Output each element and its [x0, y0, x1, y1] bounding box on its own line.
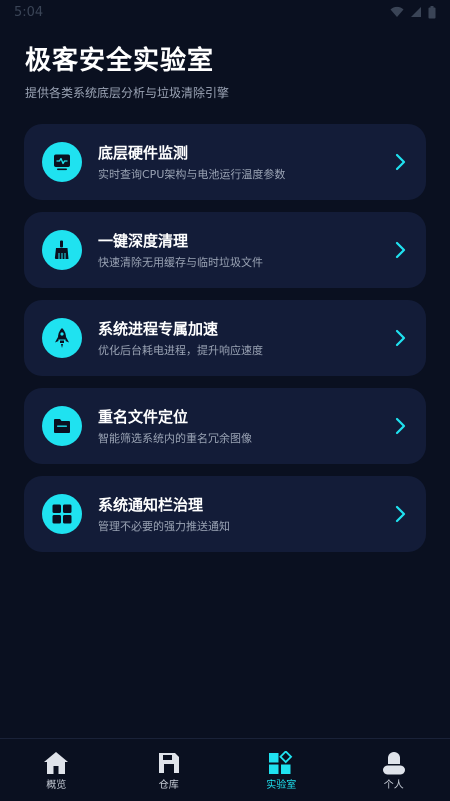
card-title: 系统进程专属加速: [98, 319, 219, 338]
nav-label: 概览: [46, 780, 67, 791]
page-header: 极客安全实验室 提供各类系统底层分析与垃圾清除引擎: [25, 44, 425, 101]
chevron-right-icon: [392, 240, 408, 260]
card-text: 底层硬件监测 实时查询CPU架构与电池运行温度参数: [98, 143, 392, 182]
card-desc: 快速清除无用缓存与临时垃圾文件: [98, 255, 263, 269]
status-bar: 5:04: [0, 0, 450, 24]
page-title: 极客安全实验室: [25, 46, 215, 76]
broom-icon: [42, 230, 82, 270]
card-hardware-monitor[interactable]: 底层硬件监测 实时查询CPU架构与电池运行温度参数: [24, 124, 426, 200]
nav-label: 实验室: [266, 780, 297, 791]
card-notification-manager[interactable]: 系统通知栏治理 管理不必要的强力推送通知: [24, 476, 426, 552]
card-text: 重名文件定位 智能筛选系统内的重名冗余图像: [98, 407, 392, 446]
card-title: 一键深度清理: [98, 231, 189, 250]
bottom-nav: 概览 仓库 实验室 个人: [0, 738, 450, 801]
rocket-icon: [42, 318, 82, 358]
person-icon: [382, 751, 406, 775]
card-duplicate-files[interactable]: 重名文件定位 智能筛选系统内的重名冗余图像: [24, 388, 426, 464]
grid-icon: [42, 494, 82, 534]
chevron-right-icon: [392, 504, 408, 524]
nav-label: 仓库: [158, 780, 179, 791]
folder-icon: [42, 406, 82, 446]
chevron-right-icon: [392, 152, 408, 172]
card-process-boost[interactable]: 系统进程专属加速 优化后台耗电进程，提升响应速度: [24, 300, 426, 376]
nav-item-overview[interactable]: 概览: [0, 739, 113, 801]
storage-icon: [157, 751, 181, 775]
nav-label: 个人: [383, 780, 404, 791]
app-screen: 5:04 极客安全实验室 提供各类系统底层分析与垃圾清除引擎 底层硬件监测 实时…: [0, 0, 450, 801]
feature-list: 底层硬件监测 实时查询CPU架构与电池运行温度参数 一键深度清理 快速清除无用缓…: [24, 124, 426, 564]
card-desc: 优化后台耗电进程，提升响应速度: [98, 343, 263, 357]
lab-icon: [268, 751, 294, 775]
signal-icon: [410, 6, 422, 18]
status-icons: [390, 5, 436, 19]
chevron-right-icon: [392, 416, 408, 436]
battery-icon: [428, 5, 436, 19]
card-desc: 实时查询CPU架构与电池运行温度参数: [98, 167, 286, 181]
nav-item-profile[interactable]: 个人: [338, 739, 450, 801]
card-text: 一键深度清理 快速清除无用缓存与临时垃圾文件: [98, 231, 392, 270]
nav-item-lab[interactable]: 实验室: [225, 739, 338, 801]
card-desc: 智能筛选系统内的重名冗余图像: [98, 431, 252, 445]
card-title: 重名文件定位: [98, 407, 189, 426]
card-deep-clean[interactable]: 一键深度清理 快速清除无用缓存与临时垃圾文件: [24, 212, 426, 288]
card-desc: 管理不必要的强力推送通知: [98, 519, 230, 533]
card-title: 底层硬件监测: [98, 143, 189, 162]
status-time: 5:04: [14, 4, 44, 20]
card-text: 系统进程专属加速 优化后台耗电进程，提升响应速度: [98, 319, 392, 358]
chevron-right-icon: [392, 328, 408, 348]
nav-item-storage[interactable]: 仓库: [113, 739, 226, 801]
card-text: 系统通知栏治理 管理不必要的强力推送通知: [98, 495, 392, 534]
home-icon: [43, 751, 69, 775]
monitor-pulse-icon: [42, 142, 82, 182]
wifi-icon: [390, 6, 404, 18]
card-title: 系统通知栏治理: [98, 495, 204, 514]
page-subtitle: 提供各类系统底层分析与垃圾清除引擎: [25, 86, 230, 100]
